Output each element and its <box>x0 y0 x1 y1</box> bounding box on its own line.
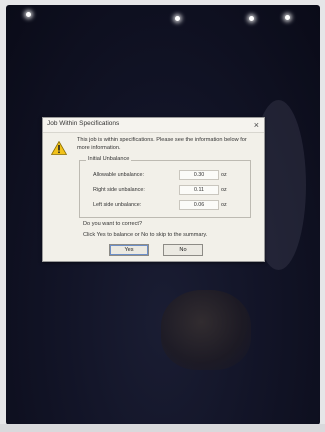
allowable-unbalance-row: Allowable unbalance: 0.30 oz <box>93 170 243 180</box>
finger-reflection <box>161 290 251 370</box>
group-title: Initial Unbalance <box>86 156 132 162</box>
ceiling-light-reflection <box>26 12 31 17</box>
dialog-title: Job Within Specifications <box>47 120 120 127</box>
warning-icon <box>51 141 67 155</box>
row-unit: oz <box>221 172 227 178</box>
instruction-text: Click Yes to balance or No to skip to th… <box>83 232 208 238</box>
monitor-bezel <box>0 424 325 432</box>
left-side-unbalance-row: Left side unbalance: 0.06 oz <box>93 200 243 210</box>
ceiling-light-reflection <box>175 16 180 21</box>
right-side-unbalance-value: 0.11 <box>179 185 219 195</box>
yes-button[interactable]: Yes <box>109 244 149 256</box>
row-label: Left side unbalance: <box>93 202 142 208</box>
job-within-specifications-dialog: Job Within Specifications × This job is … <box>42 117 265 262</box>
ceiling-light-reflection <box>249 16 254 21</box>
dialog-titlebar: Job Within Specifications × <box>43 118 264 133</box>
left-side-unbalance-value: 0.06 <box>179 200 219 210</box>
allowable-unbalance-value: 0.30 <box>179 170 219 180</box>
close-icon[interactable]: × <box>254 119 259 131</box>
photo-background: Job Within Specifications × This job is … <box>0 0 325 432</box>
right-side-unbalance-row: Right side unbalance: 0.11 oz <box>93 185 243 195</box>
initial-unbalance-group: Initial Unbalance Allowable unbalance: 0… <box>79 156 251 218</box>
row-unit: oz <box>221 187 227 193</box>
correct-question: Do you want to correct? <box>83 221 143 227</box>
dialog-message: This job is within specifications. Pleas… <box>77 137 247 151</box>
row-label: Right side unbalance: <box>93 187 145 193</box>
row-label: Allowable unbalance: <box>93 172 144 178</box>
monitor-screen: Job Within Specifications × This job is … <box>6 5 320 425</box>
row-unit: oz <box>221 202 227 208</box>
ceiling-light-reflection <box>285 15 290 20</box>
no-button[interactable]: No <box>163 244 203 256</box>
